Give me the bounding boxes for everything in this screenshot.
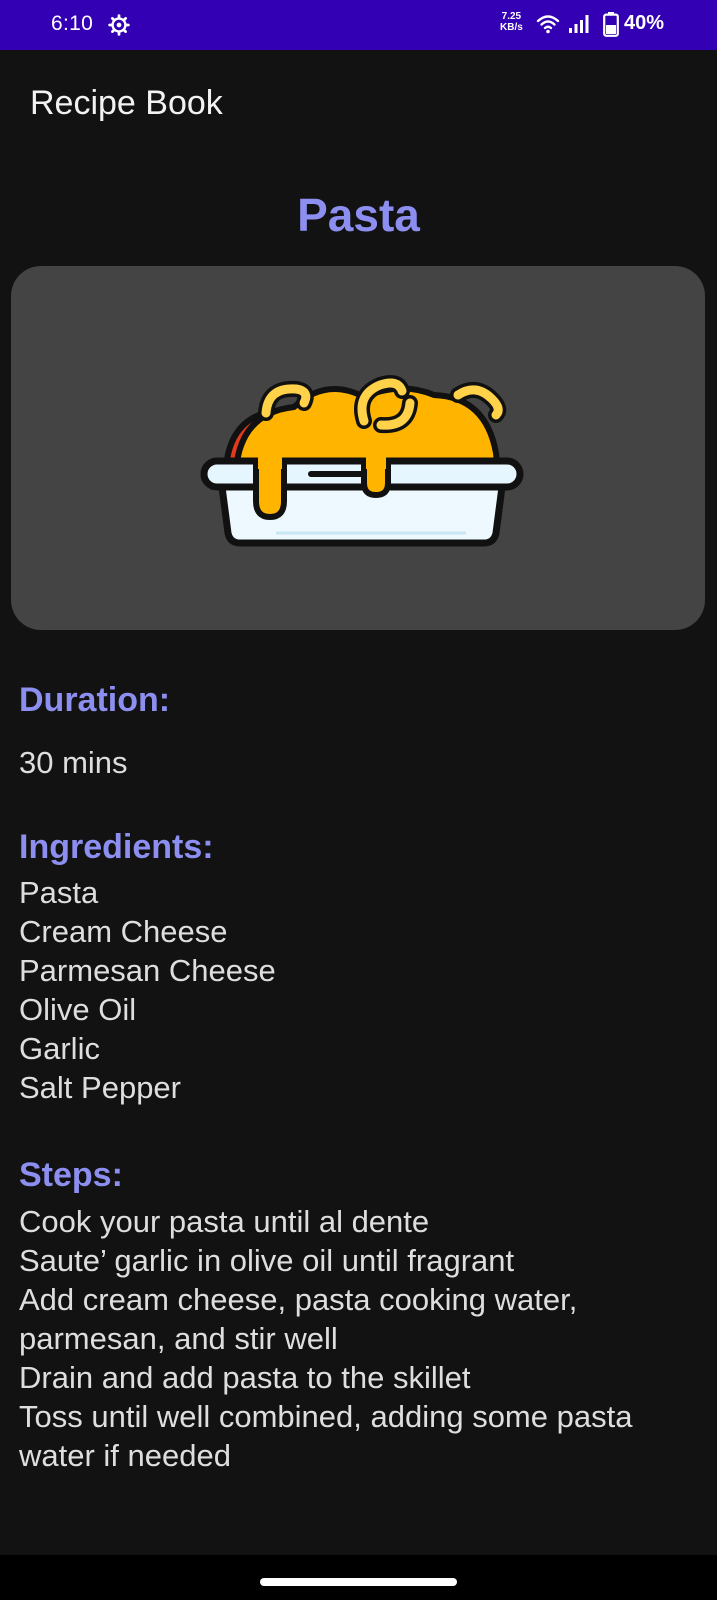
signal-icon [569,15,589,33]
recipe-detail-screen: 6:10 7.25 KB/s 40% Recipe Book Pasta Dur… [0,0,717,1600]
battery-percentage: 40% [624,12,665,34]
home-gesture-handle[interactable] [260,1578,457,1586]
step-line: Toss until well combined, adding some pa… [19,1399,633,1434]
step-line: Cook your pasta until al dente [19,1204,430,1239]
ingredient-item: Olive Oil [19,992,137,1027]
ingredient-item: Parmesan Cheese [19,953,276,988]
network-speed: 7.25 KB/s [500,11,523,33]
status-bar: 6:10 7.25 KB/s 40% [0,0,717,50]
ingredient-item: Pasta [19,875,99,910]
ingredients-heading: Ingredients: [19,828,214,866]
network-speed-value: 7.25 [501,11,522,22]
step-line: parmesan, and stir well [19,1321,338,1356]
step-line: Drain and add pasta to the skillet [19,1360,471,1395]
baked-pasta-dish-icon [200,375,524,547]
ingredients-list: Pasta Cream Cheese Parmesan Cheese Olive… [19,873,276,1107]
network-speed-unit: KB/s [500,22,523,33]
wifi-icon [536,15,560,34]
ingredient-item: Cream Cheese [19,914,228,949]
status-time: 6:10 [51,12,94,35]
steps-heading: Steps: [19,1156,123,1194]
duration-value: 30 mins [19,743,128,782]
recipe-image-card [11,266,705,630]
step-line: water if needed [19,1438,231,1473]
ingredient-item: Garlic [19,1031,100,1066]
step-line: Saute’ garlic in olive oil until fragran… [19,1243,515,1278]
navigation-bar [0,1555,717,1600]
battery-icon [603,12,619,37]
duration-heading: Duration: [19,681,171,719]
step-line: Add cream cheese, pasta cooking water, [19,1282,578,1317]
app-bar-title: Recipe Book [30,84,223,122]
steps-list: Cook your pasta until al dente Saute’ ga… [19,1202,632,1475]
gear-icon [108,14,130,36]
ingredient-item: Salt Pepper [19,1070,181,1105]
duration-text: 30 mins [19,745,128,780]
recipe-title: Pasta [297,189,420,241]
